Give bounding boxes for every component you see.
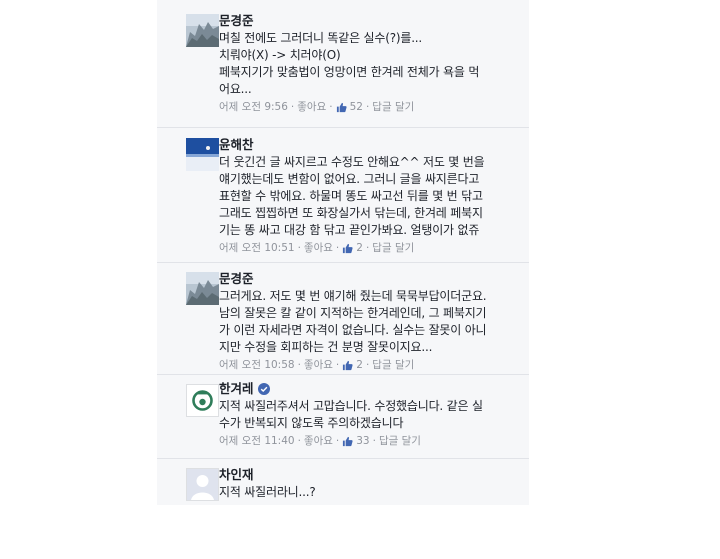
reply-link[interactable]: 답글 달기 — [372, 99, 414, 115]
divider — [157, 374, 529, 375]
thumbs-up-icon — [343, 436, 353, 446]
comment-text-line: 기는 똥 싸고 대강 함 닦고 끝인가봐요. 얼탱이가 없쥬 — [219, 223, 480, 237]
comment-text-line: 남의 잘못은 칼 같이 지적하는 한겨레인데, 그 페북지기 — [219, 306, 487, 320]
reply-link[interactable]: 답글 달기 — [372, 357, 414, 373]
divider — [157, 262, 529, 263]
comment-text-line: 그래도 찝찝하면 또 화장실가서 닦는데, 한겨레 페북지 — [219, 206, 483, 220]
comment-author[interactable]: 윤해찬 — [219, 136, 523, 154]
divider — [157, 127, 529, 128]
comment-meta: 어제 오전 10:58 · 좋아요 · 2 · 답글 달기 — [219, 357, 415, 373]
comment-text-line: 페북지기가 맞춤법이 엉망이면 한겨레 전체가 욕을 먹 — [219, 65, 480, 79]
comment-text-line: 얘기했는데도 변함이 없어요. 그러니 글을 싸지른다고 — [219, 172, 480, 186]
comment-author[interactable]: 차인재 — [219, 466, 523, 484]
comment-timestamp[interactable]: 어제 오전 10:51 — [219, 240, 295, 256]
comment: 차인재 지적 싸질러라니...? — [157, 466, 529, 505]
like-link[interactable]: 좋아요 — [304, 357, 333, 373]
comment: 문경준 그러게요. 저도 몇 번 얘기해 줬는데 묵묵부답이더군요. 남의 잘못… — [157, 270, 529, 375]
comment-author[interactable]: 한겨레 — [219, 380, 254, 398]
comment-author[interactable]: 문경준 — [219, 270, 523, 288]
like-count-value: 52 — [349, 101, 363, 113]
avatar[interactable] — [186, 468, 219, 501]
comment-text-line: 지만 수정을 회피하는 건 분명 잘못이지요... — [219, 340, 433, 354]
comment-meta: 어제 오전 9:56 · 좋아요 · 52 · 답글 달기 — [219, 99, 415, 115]
comment-text-line: 지적 싸질러라니...? — [219, 485, 316, 499]
like-link[interactable]: 좋아요 — [304, 240, 333, 256]
like-link[interactable]: 좋아요 — [297, 99, 326, 115]
divider — [157, 458, 529, 459]
comment-text-line: 며칠 전에도 그러더니 똑같은 실수(?)를... — [219, 31, 423, 45]
comment-timestamp[interactable]: 어제 오전 11:40 — [219, 433, 295, 449]
avatar[interactable] — [186, 138, 219, 171]
like-count[interactable]: 33 — [342, 433, 370, 449]
reply-link[interactable]: 답글 달기 — [379, 433, 421, 449]
comment-text-line: 어요... — [219, 82, 252, 96]
comment-text-line: 치뤄야(X) -> 치러야(O) — [219, 48, 341, 62]
like-count[interactable]: 52 — [336, 99, 363, 115]
thumbs-up-icon — [336, 102, 347, 112]
comment-text-line: 수가 반복되지 않도록 주의하겠습니다 — [219, 416, 404, 430]
comment-thread: 문경준 며칠 전에도 그러더니 똑같은 실수(?)를... 치뤄야(X) -> … — [157, 0, 529, 505]
comment-text-line: 그러게요. 저도 몇 번 얘기해 줬는데 묵묵부답이더군요. — [219, 289, 487, 303]
comment-text-line: 표현할 수 밖에요. 하물며 똥도 싸고선 뒤를 몇 번 닦고 — [219, 189, 483, 203]
comment: 문경준 며칠 전에도 그러더니 똑같은 실수(?)를... 치뤄야(X) -> … — [157, 12, 529, 124]
reply-link[interactable]: 답글 달기 — [372, 240, 414, 256]
thumbs-up-icon — [343, 360, 353, 370]
verified-badge-icon — [257, 383, 270, 395]
avatar[interactable] — [186, 384, 219, 417]
comment-text-line: 가 이런 자세라면 자격이 없습니다. 실수는 잘못이 아니 — [219, 323, 487, 337]
avatar[interactable] — [186, 14, 219, 47]
comment-timestamp[interactable]: 어제 오전 9:56 — [219, 99, 288, 115]
comment-author[interactable]: 문경준 — [219, 12, 523, 30]
like-count[interactable]: 2 — [342, 357, 363, 373]
comment: 윤해찬 더 웃긴건 글 싸지르고 수정도 안해요^^ 저도 몇 번을 얘기했는데… — [157, 136, 529, 262]
like-count-value: 2 — [356, 359, 363, 371]
like-count-value: 33 — [356, 435, 370, 447]
thumbs-up-icon — [343, 243, 353, 253]
comment-text-line: 지적 싸질러주셔서 고맙습니다. 수정했습니다. 같은 실 — [219, 399, 483, 413]
comment-meta: 어제 오전 10:51 · 좋아요 · 2 · 답글 달기 — [219, 240, 415, 256]
like-count[interactable]: 2 — [342, 240, 363, 256]
comment-meta: 어제 오전 11:40 · 좋아요 · 33 · 답글 달기 — [219, 433, 421, 449]
comment-text-line: 더 웃긴건 글 싸지르고 수정도 안해요^^ 저도 몇 번을 — [219, 155, 485, 169]
comment: 한겨레 지적 싸질러주셔서 고맙습니다. 수정했습니다. 같은 실 수가 반복되… — [157, 380, 529, 456]
like-link[interactable]: 좋아요 — [304, 433, 333, 449]
comment-timestamp[interactable]: 어제 오전 10:58 — [219, 357, 295, 373]
like-count-value: 2 — [356, 242, 363, 254]
avatar[interactable] — [186, 272, 219, 305]
